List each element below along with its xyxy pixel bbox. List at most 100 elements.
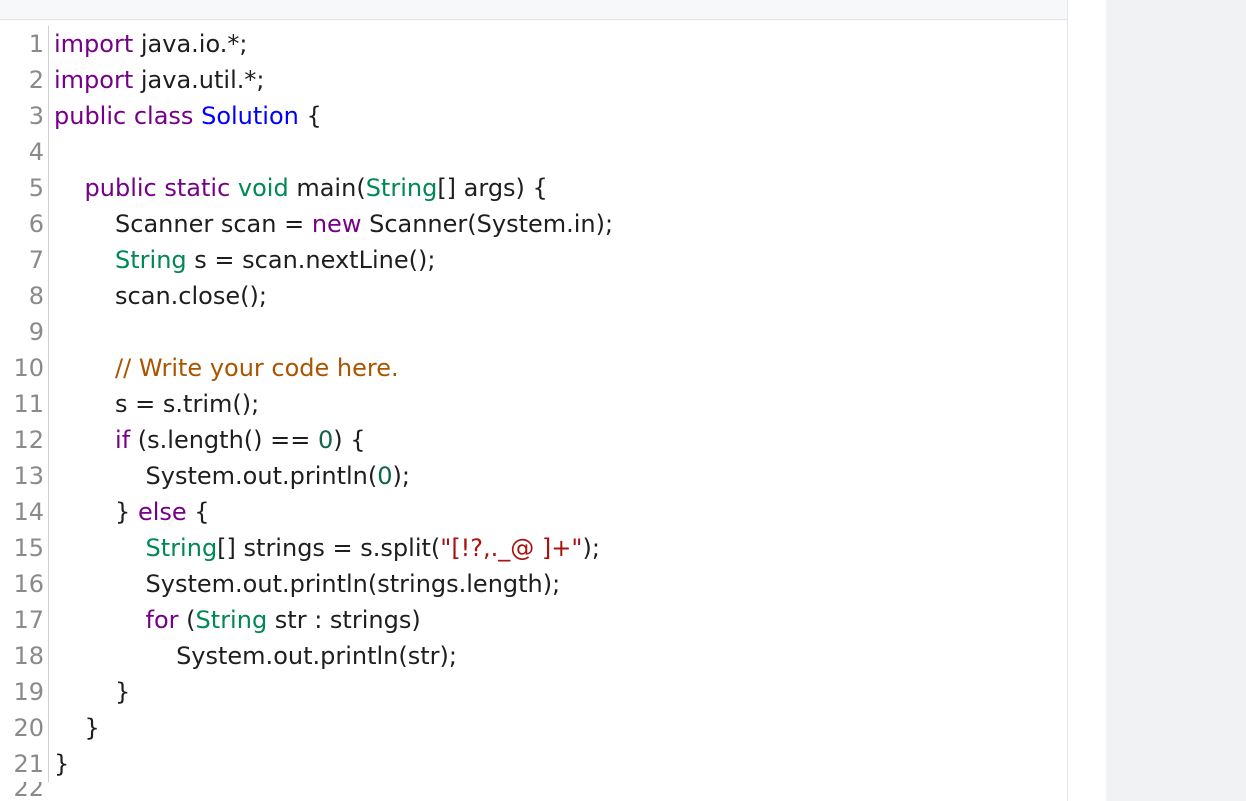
code-text: import java.io.*; bbox=[54, 26, 247, 62]
code-token: } bbox=[54, 678, 131, 706]
code-text: System.out.println(str); bbox=[54, 638, 457, 674]
code-line[interactable]: 4 bbox=[0, 134, 1067, 170]
code-line[interactable]: 16 System.out.println(strings.length); bbox=[0, 566, 1067, 602]
code-line[interactable]: 21} bbox=[0, 746, 1067, 782]
line-number: 8 bbox=[28, 282, 44, 310]
code-line[interactable]: 10 // Write your code here. bbox=[0, 350, 1067, 386]
code-token: Scanner(System.in); bbox=[361, 210, 614, 238]
code-token: String bbox=[145, 534, 218, 562]
code-line[interactable]: 18 System.out.println(str); bbox=[0, 638, 1067, 674]
editor-scroll-gutter[interactable] bbox=[1068, 0, 1106, 801]
code-line[interactable]: 3 public class Solution { bbox=[0, 98, 1067, 134]
code-line[interactable]: 17 for (String str : strings) bbox=[0, 602, 1067, 638]
code-line[interactable]: 9 bbox=[0, 314, 1067, 350]
line-number: 13 bbox=[13, 462, 44, 490]
code-token: System.out.println( bbox=[54, 462, 378, 490]
line-number: 21 bbox=[13, 750, 44, 778]
code-text: System.out.println(0); bbox=[54, 458, 410, 494]
code-line[interactable]: 15 String[] strings = s.split("[!?,._@ ]… bbox=[0, 530, 1067, 566]
editor-toolbar bbox=[0, 0, 1067, 20]
code-text: } else { bbox=[54, 494, 210, 530]
line-number: 10 bbox=[13, 354, 44, 382]
code-text: System.out.println(strings.length); bbox=[54, 566, 561, 602]
code-text: for (String str : strings) bbox=[54, 602, 421, 638]
line-number: 15 bbox=[13, 534, 44, 562]
code-token: class bbox=[133, 102, 194, 130]
code-text: if (s.length() == 0) { bbox=[54, 422, 366, 458]
code-token: public bbox=[54, 102, 127, 130]
line-number: 12 bbox=[13, 426, 44, 454]
code-text: import java.util.*; bbox=[54, 62, 264, 98]
code-line[interactable]: 12 if (s.length() == 0) { bbox=[0, 422, 1067, 458]
code-line[interactable]: 14 } else { bbox=[0, 494, 1067, 530]
code-token: ); bbox=[582, 534, 600, 562]
code-text: public class Solution { bbox=[54, 98, 322, 134]
code-line[interactable]: 1 import java.io.*; bbox=[0, 26, 1067, 62]
line-number: 14 bbox=[13, 498, 44, 526]
code-token: Scanner scan = bbox=[54, 210, 312, 238]
gutter-divider bbox=[48, 98, 49, 134]
line-number: 7 bbox=[28, 246, 44, 274]
line-number: 22 bbox=[13, 782, 44, 801]
line-number: 17 bbox=[13, 606, 44, 634]
code-line[interactable]: 7 String s = scan.nextLine(); bbox=[0, 242, 1067, 278]
code-text: scan.close(); bbox=[54, 278, 267, 314]
line-number: 3 bbox=[28, 102, 44, 130]
code-line[interactable]: 2 import java.util.*; bbox=[0, 62, 1067, 98]
line-number: 16 bbox=[13, 570, 44, 598]
code-text: s = s.trim(); bbox=[54, 386, 259, 422]
gutter-divider bbox=[48, 530, 49, 566]
line-number: 6 bbox=[28, 210, 44, 238]
code-token: new bbox=[311, 210, 362, 238]
gutter-divider bbox=[48, 242, 49, 278]
code-token: s = scan.nextLine(); bbox=[186, 246, 436, 274]
line-number: 11 bbox=[13, 390, 44, 418]
code-line[interactable]: 11 s = s.trim(); bbox=[0, 386, 1067, 422]
page: 1 import java.io.*; 2 import java.util.*; 3 p… bbox=[0, 0, 1246, 801]
line-number: 4 bbox=[28, 138, 44, 166]
code-token: System.out.println(strings.length); bbox=[54, 570, 561, 598]
code-token: String bbox=[115, 246, 187, 274]
code-area[interactable]: 1 import java.io.*; 2 import java.util.*; 3 p… bbox=[0, 26, 1067, 782]
gutter-divider bbox=[48, 674, 49, 710]
code-token: 0 bbox=[377, 462, 393, 490]
code-line[interactable]: 13 System.out.println(0); bbox=[0, 458, 1067, 494]
code-token: import bbox=[54, 66, 134, 94]
code-token: "[!?,._@ ]+" bbox=[440, 534, 583, 562]
code-text: String[] strings = s.split("[!?,._@ ]+")… bbox=[54, 530, 600, 566]
code-editor[interactable]: 1 import java.io.*; 2 import java.util.*; 3 p… bbox=[0, 0, 1068, 801]
gutter-divider bbox=[48, 134, 49, 170]
code-token: ) { bbox=[333, 426, 366, 454]
code-token: main( bbox=[288, 174, 366, 202]
code-token: if bbox=[115, 426, 131, 454]
gutter-divider bbox=[48, 746, 49, 782]
gutter-divider bbox=[48, 566, 49, 602]
code-token: else bbox=[137, 498, 187, 526]
gutter-divider bbox=[48, 494, 49, 530]
code-token: System.out.println(str); bbox=[54, 642, 457, 670]
code-line[interactable]: 6 Scanner scan = new Scanner(System.in); bbox=[0, 206, 1067, 242]
code-token: scan.close(); bbox=[54, 282, 267, 310]
gutter-divider bbox=[48, 278, 49, 314]
gutter-divider bbox=[48, 422, 49, 458]
code-line[interactable]: 5 public static void main(String[] args)… bbox=[0, 170, 1067, 206]
code-token: import bbox=[54, 30, 134, 58]
gutter-divider bbox=[48, 638, 49, 674]
gutter-divider bbox=[48, 350, 49, 386]
code-token: // Write your code here. bbox=[115, 354, 399, 382]
line-number: 5 bbox=[28, 174, 44, 202]
code-token: [] args) { bbox=[437, 174, 548, 202]
code-text: Scanner scan = new Scanner(System.in); bbox=[54, 206, 613, 242]
line-number-partial: 22 bbox=[0, 782, 48, 801]
code-token: static bbox=[164, 174, 231, 202]
code-token: void bbox=[237, 174, 289, 202]
code-line[interactable]: 19 } bbox=[0, 674, 1067, 710]
gutter-divider bbox=[48, 170, 49, 206]
gutter-divider bbox=[48, 206, 49, 242]
code-line[interactable]: 8 scan.close(); bbox=[0, 278, 1067, 314]
code-line[interactable]: 20 } bbox=[0, 710, 1067, 746]
